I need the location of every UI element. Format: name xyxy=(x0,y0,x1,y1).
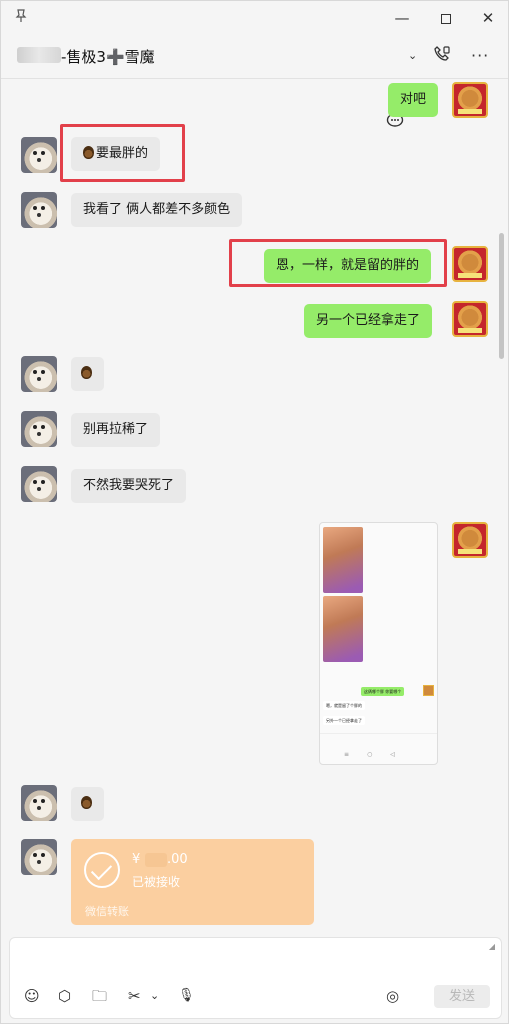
blurred-name xyxy=(17,47,61,63)
mini-message: 另外一个已经拿走了 xyxy=(323,716,365,725)
chat-window: — ✕ -售极3➕雪魔 ⌄ ··· 对吧 要最胖的 我看了 俩人都差不多颜色 恩… xyxy=(0,0,509,1024)
transfer-status: 已被接收 xyxy=(132,875,181,889)
amount-suffix: .00 xyxy=(167,852,188,867)
mini-input-bar xyxy=(320,733,437,747)
transfer-footer: 微信转账 xyxy=(85,905,129,918)
message-list[interactable]: 对吧 要最胖的 我看了 俩人都差不多颜色 恩，一样，就是留的胖的 另一个已经拿走… xyxy=(1,79,508,933)
message-bubble[interactable]: 我看了 俩人都差不多颜色 xyxy=(71,193,243,227)
poop-emoji-icon xyxy=(83,146,94,159)
resize-handle-icon[interactable]: ◢ xyxy=(489,942,495,951)
my-avatar[interactable] xyxy=(452,522,488,558)
close-button[interactable]: ✕ xyxy=(475,7,501,29)
friend-avatar[interactable] xyxy=(21,466,57,502)
message-bubble[interactable] xyxy=(71,357,104,391)
message-bubble[interactable]: 恩，一样，就是留的胖的 xyxy=(264,249,432,283)
message-bubble[interactable]: 要最胖的 xyxy=(71,137,161,171)
minimize-button[interactable]: — xyxy=(389,7,415,29)
chevron-down-icon[interactable]: ⌄ xyxy=(408,45,417,67)
mini-message: 嗯，就是留了个胖的 xyxy=(323,701,365,710)
folder-icon[interactable]: 🗀 xyxy=(92,986,107,1006)
title-bar: — ✕ xyxy=(1,1,508,35)
currency-symbol: ¥ xyxy=(132,852,141,867)
voice-message-icon[interactable]: ◎ xyxy=(386,986,399,1006)
message-text: 要最胖的 xyxy=(96,146,149,161)
maximize-button[interactable] xyxy=(433,7,459,29)
message-bubble[interactable]: 对吧 xyxy=(388,83,439,117)
poop-emoji-icon xyxy=(81,796,92,809)
maximize-icon xyxy=(441,13,451,24)
message-bubble[interactable]: 别再拉稀了 xyxy=(71,413,161,447)
friend-avatar[interactable] xyxy=(21,785,57,821)
message-bubble[interactable]: 不然我要哭死了 xyxy=(71,469,187,503)
scrollbar-thumb[interactable] xyxy=(499,233,504,359)
mini-nav-bar: ≡○◁ xyxy=(344,751,413,758)
blurred-amount xyxy=(145,853,167,867)
friend-avatar[interactable] xyxy=(21,411,57,447)
send-button[interactable]: 发送 xyxy=(434,985,490,1008)
friend-avatar[interactable] xyxy=(21,192,57,228)
cube-icon[interactable]: ⬡ xyxy=(58,986,71,1006)
chevron-down-icon[interactable]: ⌄ xyxy=(150,986,159,1006)
check-circle-icon xyxy=(84,852,120,888)
friend-avatar[interactable] xyxy=(21,137,57,173)
pin-icon[interactable] xyxy=(15,9,27,27)
my-avatar[interactable] xyxy=(452,301,488,337)
microphone-icon[interactable]: 🎙 xyxy=(178,986,195,1006)
transfer-card[interactable]: ¥ .00 已被接收 微信转账 xyxy=(71,839,314,925)
mini-message: 这俩哪个胖 你要哪个 xyxy=(361,687,405,696)
chat-title: -售极3➕雪魔 xyxy=(61,48,155,66)
phone-icon[interactable] xyxy=(433,45,451,67)
message-bubble[interactable]: 另一个已经拿走了 xyxy=(304,304,433,338)
dog-photo-thumbnail xyxy=(323,527,363,593)
emoji-icon[interactable]: ☺ xyxy=(24,986,40,1006)
chat-header: -售极3➕雪魔 ⌄ ··· xyxy=(1,35,508,127)
more-icon[interactable]: ··· xyxy=(471,45,489,67)
mini-avatar xyxy=(423,685,434,696)
my-avatar[interactable] xyxy=(452,82,488,118)
poop-emoji-icon xyxy=(81,366,92,379)
dog-photo-thumbnail xyxy=(323,596,363,662)
friend-avatar[interactable] xyxy=(21,839,57,875)
message-bubble[interactable] xyxy=(71,787,104,821)
message-input[interactable]: ◢ ☺ ⬡ 🗀 ✂ ⌄ 🎙 ◎ 发送 xyxy=(9,937,502,1019)
scissors-icon[interactable]: ✂ xyxy=(128,986,141,1006)
friend-avatar[interactable] xyxy=(21,356,57,392)
my-avatar[interactable] xyxy=(452,246,488,282)
screenshot-image-message[interactable]: 这俩哪个胖 你要哪个 嗯，就是留了个胖的 另外一个已经拿走了 ≡○◁ xyxy=(319,522,438,765)
